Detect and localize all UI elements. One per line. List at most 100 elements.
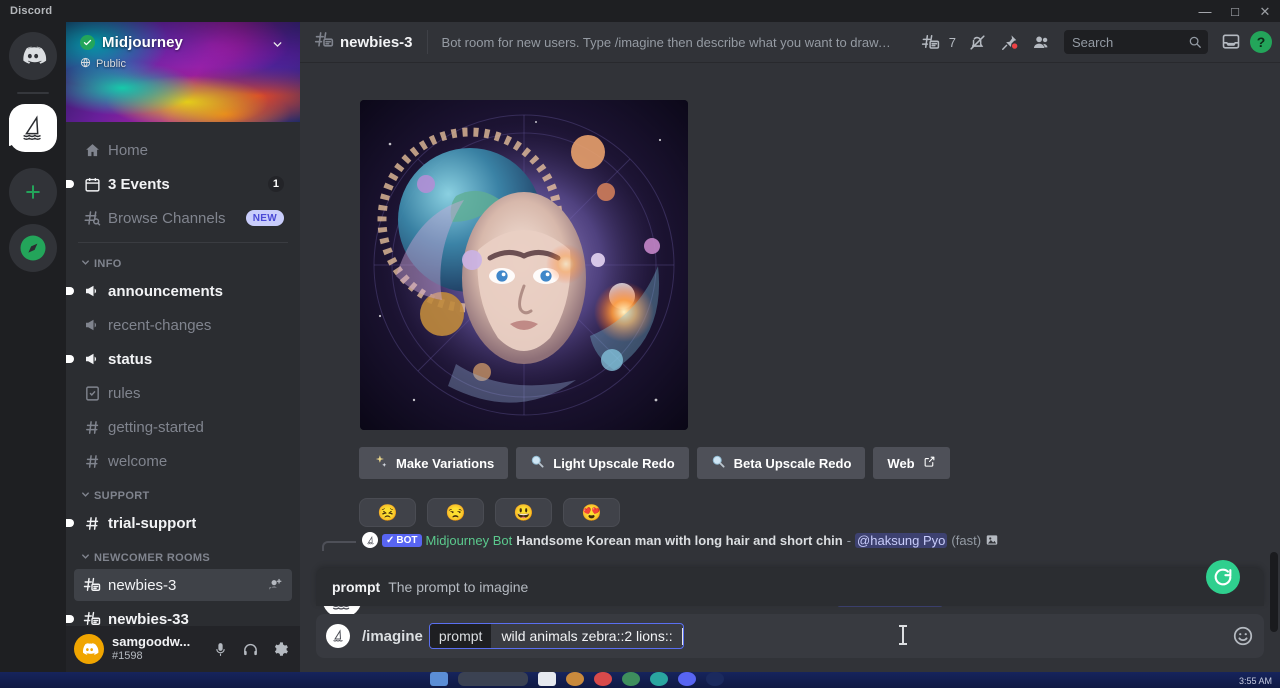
chevron-down-icon[interactable] [271, 38, 284, 56]
sidebar-item-announcements[interactable]: announcements [66, 275, 292, 307]
refresh-icon[interactable] [1206, 560, 1240, 594]
sidebar-item-welcome[interactable]: welcome [74, 445, 292, 477]
chat-area: newbies-3 Bot room for new users. Type /… [300, 22, 1280, 672]
emoji-picker-icon[interactable] [1232, 625, 1254, 647]
reaction-button[interactable]: 😒 [427, 498, 484, 527]
sidebar-item-getting-started[interactable]: getting-started [74, 411, 292, 443]
taskbar-search[interactable] [458, 672, 528, 686]
window-titlebar: Discord — □ ✕ [0, 0, 1280, 22]
reply-dash: - [846, 532, 852, 548]
sidebar-item-home[interactable]: Home [74, 134, 292, 166]
rail-item-add-server[interactable] [9, 168, 57, 216]
header-divider [426, 30, 428, 54]
browse-channels-icon [82, 209, 102, 227]
sidebar-item-newbies-3-label: newbies-3 [108, 576, 177, 594]
search-input[interactable]: Search [1064, 30, 1208, 54]
make-variations-button[interactable]: Make Variations [359, 447, 509, 479]
message-reactions: 😣 😒 😃 😍 [359, 498, 620, 527]
taskbar-icon[interactable] [594, 672, 612, 686]
reply-context[interactable]: ✓ BOT Midjourney Bot Handsome Korean man… [322, 532, 1242, 551]
taskbar-clock[interactable]: 3:55 AM [1239, 672, 1280, 686]
sidebar-item-recent-changes-label: recent-changes [108, 316, 212, 334]
microphone-icon[interactable] [206, 635, 234, 663]
os-taskbar[interactable]: 3:55 AM [0, 672, 1280, 688]
server-header[interactable]: Midjourney Public [80, 34, 288, 71]
unread-indicator [66, 287, 74, 295]
help-label: ? [1256, 34, 1266, 50]
sidebar-item-home-label: Home [108, 141, 149, 159]
taskbar-icon[interactable] [622, 672, 640, 686]
beta-upscale-redo-button[interactable]: Beta Upscale Redo [696, 447, 866, 479]
thread-count: 7 [948, 34, 956, 50]
sidebar-item-events[interactable]: 3 Events 1 [66, 168, 292, 200]
forum-icon [82, 576, 102, 594]
pinned-messages-icon[interactable] [994, 27, 1024, 57]
unread-indicator [66, 519, 74, 527]
web-button[interactable]: Web [873, 447, 950, 479]
category-info[interactable]: INFO [66, 247, 300, 275]
category-info-label: INFO [94, 258, 122, 270]
reaction-button[interactable]: 😃 [495, 498, 552, 527]
unread-indicator [66, 615, 74, 623]
rail-item-discord-home[interactable] [9, 32, 57, 80]
sidebar-item-rules[interactable]: rules [74, 377, 292, 409]
unread-indicator [66, 355, 74, 363]
rail-item-midjourney-server[interactable] [9, 104, 57, 152]
command-option-hint[interactable]: prompt The prompt to imagine [316, 568, 1264, 606]
channel-header: newbies-3 Bot room for new users. Type /… [300, 22, 1280, 62]
sidebar-item-trial-support[interactable]: trial-support [66, 507, 292, 539]
sidebar-item-recent-changes[interactable]: recent-changes [74, 309, 292, 341]
command-param-name: prompt [332, 579, 381, 595]
reply-suffix: (fast) [951, 532, 982, 548]
taskbar-icon[interactable] [706, 672, 724, 686]
web-label: Web [887, 455, 915, 471]
reply-spine [322, 541, 356, 551]
chevron-down-icon [80, 551, 91, 565]
command-argument-chip[interactable]: prompt wild animals zebra::2 lions:: [428, 623, 684, 649]
midjourney-image-attachment[interactable] [360, 100, 688, 430]
maximize-icon[interactable]: □ [1220, 0, 1250, 22]
avatar[interactable] [74, 634, 104, 664]
headphones-icon[interactable] [236, 635, 264, 663]
chevron-down-icon [80, 257, 91, 271]
channel-list[interactable]: Home 3 Events 1 Browse Channels NEW INFO… [66, 122, 300, 626]
server-privacy-label: Public [96, 58, 126, 70]
sidebar-item-browse-channels[interactable]: Browse Channels NEW [74, 202, 292, 234]
message-composer[interactable]: /imagine prompt wild animals zebra::2 li… [316, 614, 1264, 658]
close-icon[interactable]: ✕ [1250, 0, 1280, 22]
taskbar-icon[interactable] [430, 672, 448, 686]
rail-divider [17, 92, 49, 94]
channel-topic[interactable]: Bot room for new users. Type /imagine th… [442, 35, 892, 50]
member-list-icon[interactable] [1026, 27, 1056, 57]
user-panel: samgoodw... #1598 [66, 626, 300, 672]
add-member-icon[interactable] [267, 577, 284, 594]
reply-author[interactable]: Midjourney Bot [426, 533, 513, 548]
sidebar-item-newbies-3[interactable]: newbies-3 [74, 569, 292, 601]
taskbar-icon-discord[interactable] [678, 672, 696, 686]
mouse-cursor-ibeam [899, 625, 907, 645]
minimize-icon[interactable]: — [1190, 0, 1220, 22]
category-support[interactable]: SUPPORT [66, 479, 300, 507]
notification-muted-icon[interactable] [962, 27, 992, 57]
category-support-label: SUPPORT [94, 490, 150, 502]
rail-item-explore-servers[interactable] [9, 224, 57, 272]
sidebar-item-status[interactable]: status [66, 343, 292, 375]
reaction-button[interactable]: 😣 [359, 498, 416, 527]
reply-mention[interactable]: @haksung Pyo [855, 532, 948, 548]
help-button[interactable]: ? [1250, 31, 1272, 53]
category-newcomer-rooms[interactable]: NEWCOMER ROOMS [66, 541, 300, 569]
sidebar-item-newbies-33[interactable]: newbies-33 [66, 603, 292, 626]
inbox-icon[interactable] [1216, 27, 1246, 57]
taskbar-icon[interactable] [566, 672, 584, 686]
beta-upscale-redo-label: Beta Upscale Redo [733, 455, 852, 471]
command-argument-value[interactable]: wild animals zebra::2 lions:: [491, 628, 680, 644]
forum-locked-icon [314, 30, 334, 55]
message-scrollbar[interactable] [1270, 552, 1278, 632]
threads-icon[interactable] [916, 27, 946, 57]
taskbar-icon[interactable] [650, 672, 668, 686]
gear-icon[interactable] [266, 635, 294, 663]
taskbar-icon[interactable] [538, 672, 556, 686]
reaction-button[interactable]: 😍 [563, 498, 620, 527]
light-upscale-redo-button[interactable]: Light Upscale Redo [516, 447, 689, 479]
server-banner[interactable]: Midjourney Public [66, 22, 300, 122]
